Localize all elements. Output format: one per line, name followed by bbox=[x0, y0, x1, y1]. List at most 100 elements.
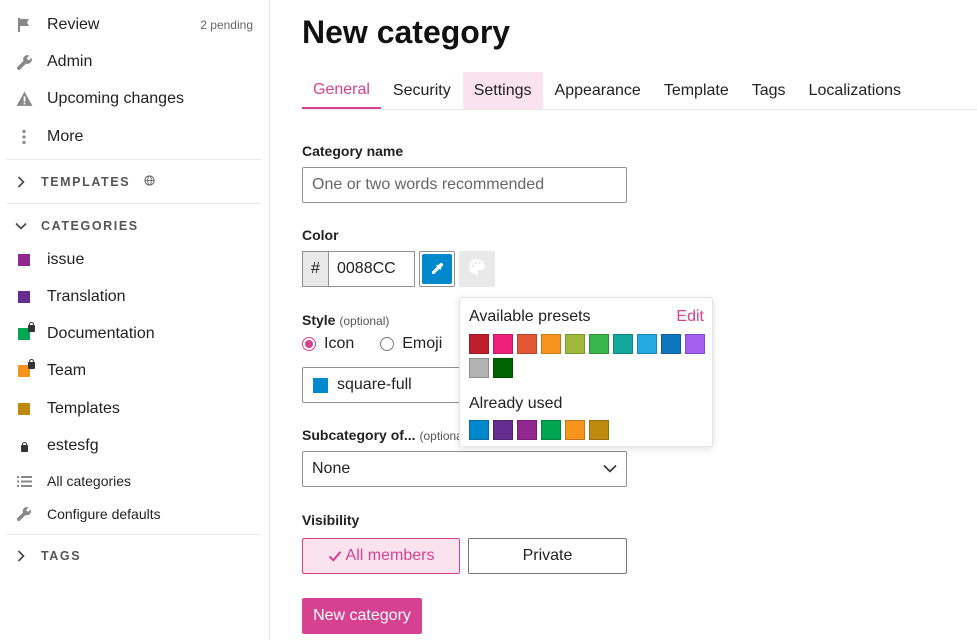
sidebar-item-label: Documentation bbox=[47, 325, 155, 342]
used-color-swatch[interactable] bbox=[493, 420, 513, 440]
preset-color-swatch[interactable] bbox=[469, 358, 489, 378]
visibility-all-label: All members bbox=[345, 547, 435, 564]
globe-icon bbox=[144, 175, 155, 189]
section-templates[interactable]: TEMPLATES bbox=[6, 167, 261, 197]
section-label: TAGS bbox=[41, 549, 82, 563]
lock-icon bbox=[28, 359, 35, 369]
parent-category-select[interactable]: None bbox=[302, 451, 627, 487]
used-color-swatch[interactable] bbox=[469, 420, 489, 440]
section-categories[interactable]: CATEGORIES bbox=[6, 211, 261, 241]
sidebar-item-more[interactable]: More bbox=[6, 119, 261, 155]
sidebar-item-review[interactable]: Review 2 pending bbox=[6, 7, 261, 43]
sidebar-item-label: estesfg bbox=[47, 437, 99, 454]
chevron-right-icon bbox=[11, 176, 31, 188]
tab-template[interactable]: Template bbox=[653, 72, 740, 109]
preset-color-swatch[interactable] bbox=[565, 334, 585, 354]
section-tags[interactable]: TAGS bbox=[6, 541, 261, 571]
preset-color-swatch[interactable] bbox=[589, 334, 609, 354]
tab-localizations[interactable]: Localizations bbox=[798, 72, 913, 109]
sidebar-category-estesfg[interactable]: estesfg bbox=[6, 428, 261, 464]
tab-settings[interactable]: Settings bbox=[462, 72, 543, 109]
category-color-swatch bbox=[18, 254, 30, 266]
preset-color-swatch[interactable] bbox=[469, 334, 489, 354]
wrench-icon bbox=[14, 54, 34, 71]
tab-security[interactable]: Security bbox=[382, 72, 462, 109]
sidebar-item-label: Configure defaults bbox=[47, 506, 161, 522]
color-hex-input[interactable] bbox=[328, 251, 415, 287]
used-color-swatch[interactable] bbox=[589, 420, 609, 440]
wrench-icon bbox=[14, 506, 34, 522]
hex-prefix: # bbox=[302, 251, 328, 287]
preset-color-swatch[interactable] bbox=[493, 334, 513, 354]
pending-badge: 2 pending bbox=[200, 18, 253, 32]
lock-icon bbox=[28, 322, 35, 332]
flag-icon bbox=[14, 17, 34, 33]
sidebar-item-label: Team bbox=[47, 362, 87, 379]
preset-color-swatch[interactable] bbox=[661, 334, 681, 354]
sidebar-item-label: All categories bbox=[47, 473, 132, 489]
icon-selector-value: square-full bbox=[337, 376, 412, 393]
sidebar-item-all-categories[interactable]: All categories bbox=[6, 466, 261, 496]
color-palette-popover: Available presets Edit Already used bbox=[459, 297, 713, 447]
sidebar-item-configure-defaults[interactable]: Configure defaults bbox=[6, 499, 261, 529]
sidebar-item-upcoming-changes[interactable]: Upcoming changes bbox=[6, 81, 261, 117]
sidebar-item-label: Upcoming changes bbox=[47, 90, 184, 107]
style-label-text: Style bbox=[302, 312, 336, 328]
subcategory-label: Subcategory of... (optional) bbox=[302, 427, 470, 443]
sidebar-category-translation[interactable]: Translation bbox=[6, 279, 261, 315]
used-color-swatch[interactable] bbox=[541, 420, 561, 440]
sidebar-item-label: issue bbox=[47, 251, 85, 268]
tab-appearance[interactable]: Appearance bbox=[544, 72, 652, 109]
tab-bar: General Security Settings Appearance Tem… bbox=[302, 72, 977, 110]
radio-emoji[interactable] bbox=[380, 337, 395, 351]
warning-icon bbox=[14, 91, 34, 107]
used-color-swatch[interactable] bbox=[517, 420, 537, 440]
create-category-button[interactable]: New category bbox=[302, 598, 422, 634]
style-label: Style (optional) bbox=[302, 312, 389, 328]
parent-category-value: None bbox=[312, 460, 351, 477]
section-label: TEMPLATES bbox=[41, 175, 131, 189]
preset-color-swatch[interactable] bbox=[613, 334, 633, 354]
subcategory-label-text: Subcategory of... bbox=[302, 427, 416, 443]
preset-color-swatch[interactable] bbox=[637, 334, 657, 354]
category-color-swatch bbox=[18, 403, 30, 415]
sidebar-category-templates[interactable]: Templates bbox=[6, 391, 261, 427]
used-swatches bbox=[469, 420, 709, 444]
sidebar-divider bbox=[6, 203, 261, 204]
preset-color-swatch[interactable] bbox=[685, 334, 705, 354]
sidebar-item-admin[interactable]: Admin bbox=[6, 44, 261, 80]
vertical-ellipsis-icon bbox=[14, 129, 34, 145]
lock-icon bbox=[20, 441, 28, 452]
preset-color-swatch[interactable] bbox=[493, 358, 513, 378]
radio-icon-selected[interactable] bbox=[302, 337, 316, 351]
palette-icon bbox=[468, 258, 486, 281]
category-color-swatch bbox=[18, 322, 35, 340]
eyedropper-icon bbox=[422, 254, 452, 284]
tab-general[interactable]: General bbox=[302, 72, 381, 109]
edit-presets-link[interactable]: Edit bbox=[676, 308, 704, 326]
preset-color-swatch[interactable] bbox=[541, 334, 561, 354]
visibility-private-button[interactable]: Private bbox=[468, 538, 627, 574]
used-color-swatch[interactable] bbox=[565, 420, 585, 440]
style-icon-option[interactable]: Icon bbox=[302, 335, 354, 353]
palette-button[interactable] bbox=[459, 251, 495, 287]
sidebar-item-label: Templates bbox=[47, 400, 120, 417]
visibility-all-members-button[interactable]: All members bbox=[302, 538, 460, 574]
sidebar-divider bbox=[6, 534, 261, 535]
category-color-swatch bbox=[18, 359, 35, 377]
style-emoji-option[interactable]: Emoji bbox=[380, 335, 442, 353]
chevron-down-icon bbox=[603, 460, 617, 478]
sidebar-category-issue[interactable]: issue bbox=[6, 242, 261, 278]
sidebar-item-label: More bbox=[47, 128, 84, 145]
color-picker-button[interactable] bbox=[419, 251, 455, 287]
preset-color-swatch[interactable] bbox=[517, 334, 537, 354]
preset-swatches bbox=[469, 334, 709, 382]
tab-tags[interactable]: Tags bbox=[741, 72, 797, 109]
sidebar-item-label: Review bbox=[47, 16, 100, 33]
sidebar-category-team[interactable]: Team bbox=[6, 353, 261, 389]
category-name-input[interactable] bbox=[302, 167, 627, 203]
chevron-right-icon bbox=[11, 550, 31, 562]
category-name-label: Category name bbox=[302, 143, 404, 159]
icon-selector[interactable]: square-full bbox=[302, 367, 462, 403]
sidebar-category-documentation[interactable]: Documentation bbox=[6, 316, 261, 352]
